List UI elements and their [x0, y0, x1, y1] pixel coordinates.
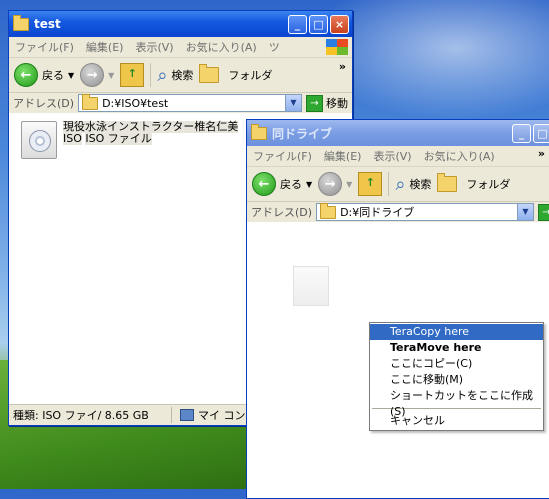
menu-tools[interactable]: ツ: [269, 39, 280, 55]
search-button[interactable]: ⌕ 検索: [395, 174, 431, 195]
up-folder-icon[interactable]: ↑: [358, 172, 383, 196]
menu-favorites[interactable]: お気に入り(A): [424, 148, 495, 164]
chevron-down-icon: ▼: [306, 179, 313, 189]
folders-label: フォルダ: [466, 178, 511, 191]
folder-icon: [13, 14, 29, 31]
file-type: ISO ファイル: [85, 132, 152, 145]
address-value: D:¥同ドライブ: [340, 206, 415, 219]
window-same-drive: 同ドライブ _ □ ファイル(F) 編集(E) 表示(V) お気に入り(A) »…: [246, 119, 549, 499]
folder-icon: [251, 123, 267, 140]
file-item[interactable]: 現役水泳インストラクター椎名仁美 ISO ISO ファイル: [21, 121, 239, 159]
chevron-down-icon: ▼: [68, 70, 75, 80]
menu-overflow-icon[interactable]: »: [538, 147, 545, 160]
chevron-down-icon: ▼: [346, 179, 353, 189]
go-button[interactable]: → 移動: [306, 94, 352, 112]
my-computer-icon: [180, 409, 194, 421]
up-folder-icon[interactable]: ↑: [120, 63, 145, 87]
menu-bar: ファイル(F) 編集(E) 表示(V) お気に入り(A) »: [247, 146, 549, 167]
search-icon: ⌕: [157, 64, 168, 86]
address-label: アドレス(D): [13, 97, 75, 110]
menu-item-create-shortcut[interactable]: ショートカットをここに作成(S): [370, 388, 543, 418]
chevron-down-icon: ▼: [108, 70, 115, 80]
menu-edit[interactable]: 編集(E): [324, 148, 362, 164]
forward-arrow-icon: →: [80, 63, 105, 87]
back-label: 戻る: [42, 69, 64, 82]
drag-ghost-icon: [293, 266, 329, 306]
minimize-button[interactable]: _: [512, 123, 531, 143]
forward-button[interactable]: → ▼: [80, 63, 114, 87]
go-label: 移動: [326, 97, 348, 110]
toolbar: ← 戻る ▼ → ▼ ↑ ⌕ 検索 フォルダ: [247, 167, 549, 202]
toolbar-separator: [388, 172, 390, 196]
titlebar[interactable]: 同ドライブ _ □: [247, 120, 549, 146]
toolbar-separator: [150, 63, 152, 87]
back-button[interactable]: ← 戻る ▼: [252, 172, 312, 196]
address-input[interactable]: D:¥ISO¥test ▼: [78, 93, 302, 112]
close-button[interactable]: ×: [330, 14, 349, 34]
forward-arrow-icon: →: [318, 172, 343, 196]
menu-file[interactable]: ファイル(F): [15, 39, 74, 55]
file-line2: ISO: [63, 132, 82, 145]
menu-edit[interactable]: 編集(E): [86, 39, 124, 55]
iso-file-icon: [21, 121, 57, 159]
status-text: 種類: ISO ファイ/ 8.65 GB: [9, 407, 172, 423]
back-button[interactable]: ← 戻る ▼: [14, 63, 74, 87]
address-bar: アドレス(D) D:¥ISO¥test ▼ → 移動: [9, 93, 352, 113]
folders-icon: [199, 64, 220, 83]
forward-button[interactable]: → ▼: [318, 172, 352, 196]
search-label: 検索: [171, 69, 194, 82]
minimize-button[interactable]: _: [288, 14, 307, 34]
back-label: 戻る: [280, 178, 302, 191]
window-title: 同ドライブ: [272, 126, 333, 141]
toolbar-overflow-icon[interactable]: »: [339, 60, 346, 73]
address-value: D:¥ISO¥test: [102, 96, 169, 110]
toolbar: ← 戻る ▼ → ▼ ↑ ⌕ 検索 フォルダ »: [9, 58, 352, 93]
menu-item-cancel[interactable]: キャンセル: [370, 413, 543, 429]
context-menu: TeraCopy here TeraMove here ここにコピー(C) ここ…: [369, 322, 544, 431]
menu-view[interactable]: 表示(V): [373, 148, 411, 164]
menu-item-move-here[interactable]: ここに移動(M): [370, 372, 543, 388]
chevron-down-icon[interactable]: ▼: [285, 95, 301, 111]
titlebar[interactable]: test _ □ ×: [9, 11, 352, 37]
menu-view[interactable]: 表示(V): [135, 39, 173, 55]
folders-button[interactable]: フォルダ: [199, 64, 273, 83]
go-arrow-icon[interactable]: →: [538, 203, 549, 221]
back-arrow-icon: ←: [252, 172, 276, 196]
folders-icon: [437, 173, 458, 192]
folder-icon: [320, 202, 337, 219]
address-input[interactable]: D:¥同ドライブ ▼: [316, 202, 534, 221]
maximize-button[interactable]: □: [533, 123, 549, 143]
go-arrow-icon: →: [306, 94, 323, 112]
search-icon: ⌕: [395, 173, 406, 195]
folders-button[interactable]: フォルダ: [437, 173, 511, 192]
address-label: アドレス(D): [251, 206, 313, 219]
menu-item-teramove[interactable]: TeraMove here: [370, 340, 543, 356]
windows-logo-icon: [326, 39, 348, 55]
menu-bar: ファイル(F) 編集(E) 表示(V) お気に入り(A) ツ: [9, 37, 352, 58]
search-label: 検索: [409, 178, 432, 191]
folders-label: フォルダ: [228, 69, 273, 82]
folder-icon: [82, 93, 99, 110]
search-button[interactable]: ⌕ 検索: [157, 65, 193, 86]
menu-item-teracopy[interactable]: TeraCopy here: [370, 324, 543, 340]
back-arrow-icon: ←: [14, 63, 38, 87]
maximize-button[interactable]: □: [309, 14, 328, 34]
window-title: test: [34, 17, 61, 31]
chevron-down-icon[interactable]: ▼: [517, 204, 533, 220]
address-bar: アドレス(D) D:¥同ドライブ ▼ →: [247, 202, 549, 222]
menu-favorites[interactable]: お気に入り(A): [186, 39, 257, 55]
menu-item-copy-here[interactable]: ここにコピー(C): [370, 356, 543, 372]
menu-file[interactable]: ファイル(F): [253, 148, 312, 164]
